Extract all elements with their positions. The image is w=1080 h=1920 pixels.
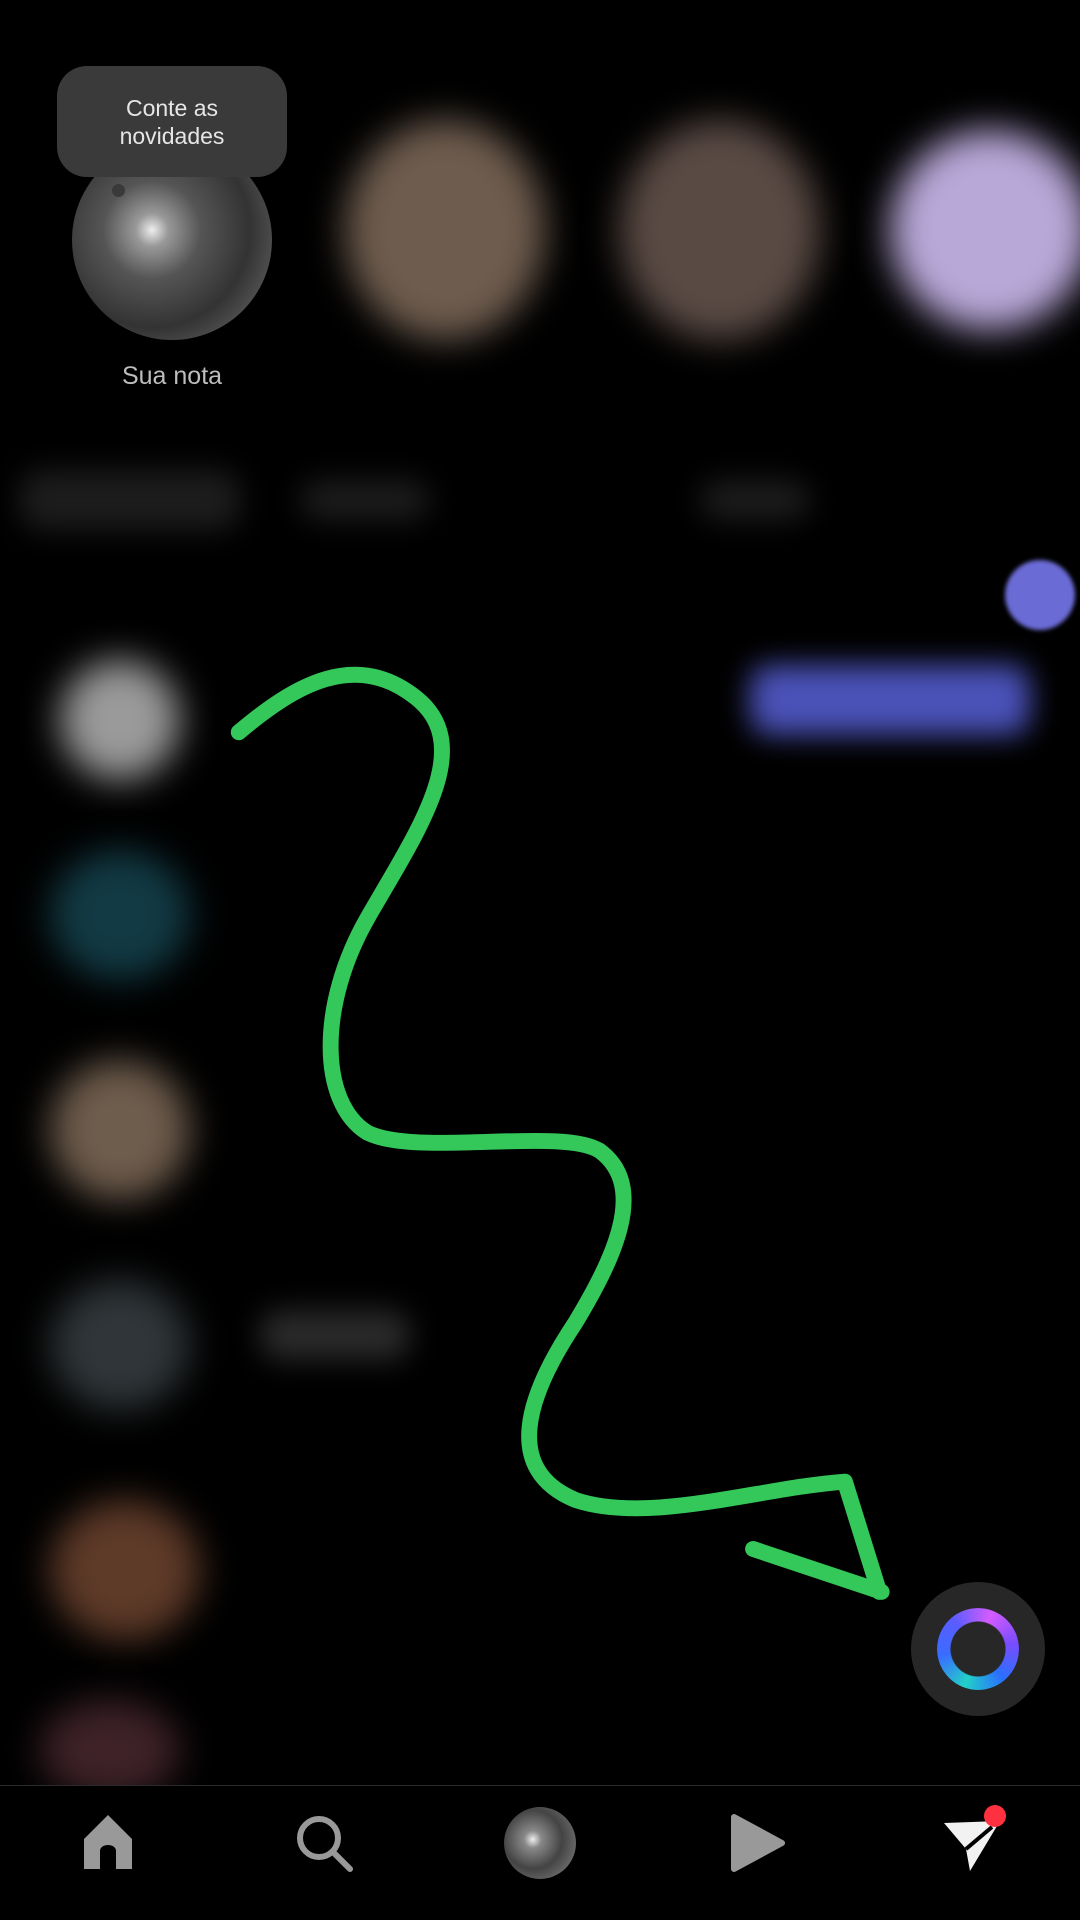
blurred-tab[interactable] — [700, 480, 810, 520]
blurred-chat-avatar[interactable] — [50, 1060, 190, 1200]
blurred-story-avatar[interactable] — [620, 120, 820, 340]
nav-profile[interactable] — [500, 1803, 580, 1883]
blurred-badge — [1005, 560, 1075, 630]
meta-ai-ring-icon — [937, 1608, 1019, 1690]
blurred-chat-avatar[interactable] — [50, 850, 190, 980]
search-icon — [297, 1816, 353, 1872]
blurred-story-avatar[interactable] — [890, 130, 1080, 330]
bottom-nav — [0, 1785, 1080, 1920]
screen: Conte as novidades Sua nota — [0, 0, 1080, 1920]
blurred-button[interactable] — [750, 665, 1030, 735]
nav-search[interactable] — [284, 1803, 364, 1883]
nav-home[interactable] — [68, 1803, 148, 1883]
home-icon — [84, 1815, 132, 1869]
meta-ai-button[interactable] — [911, 1582, 1045, 1716]
note-bubble-tail — [112, 184, 125, 197]
blurred-chat-avatar[interactable] — [50, 1280, 190, 1410]
blurred-chat-avatar[interactable] — [50, 1500, 200, 1640]
my-note-label: Sua nota — [121, 362, 223, 390]
note-bubble[interactable]: Conte as novidades — [57, 66, 287, 177]
nav-reels[interactable] — [716, 1803, 796, 1883]
blurred-chat-name — [260, 1310, 410, 1360]
profile-avatar-icon — [504, 1807, 576, 1879]
blurred-header — [20, 470, 240, 530]
blurred-story-avatar[interactable] — [345, 120, 545, 340]
blurred-chat-avatar[interactable] — [60, 660, 180, 780]
blurred-tab[interactable] — [300, 480, 430, 520]
play-icon — [731, 1814, 785, 1872]
nav-direct[interactable] — [932, 1803, 1012, 1883]
notification-badge — [984, 1805, 1006, 1827]
